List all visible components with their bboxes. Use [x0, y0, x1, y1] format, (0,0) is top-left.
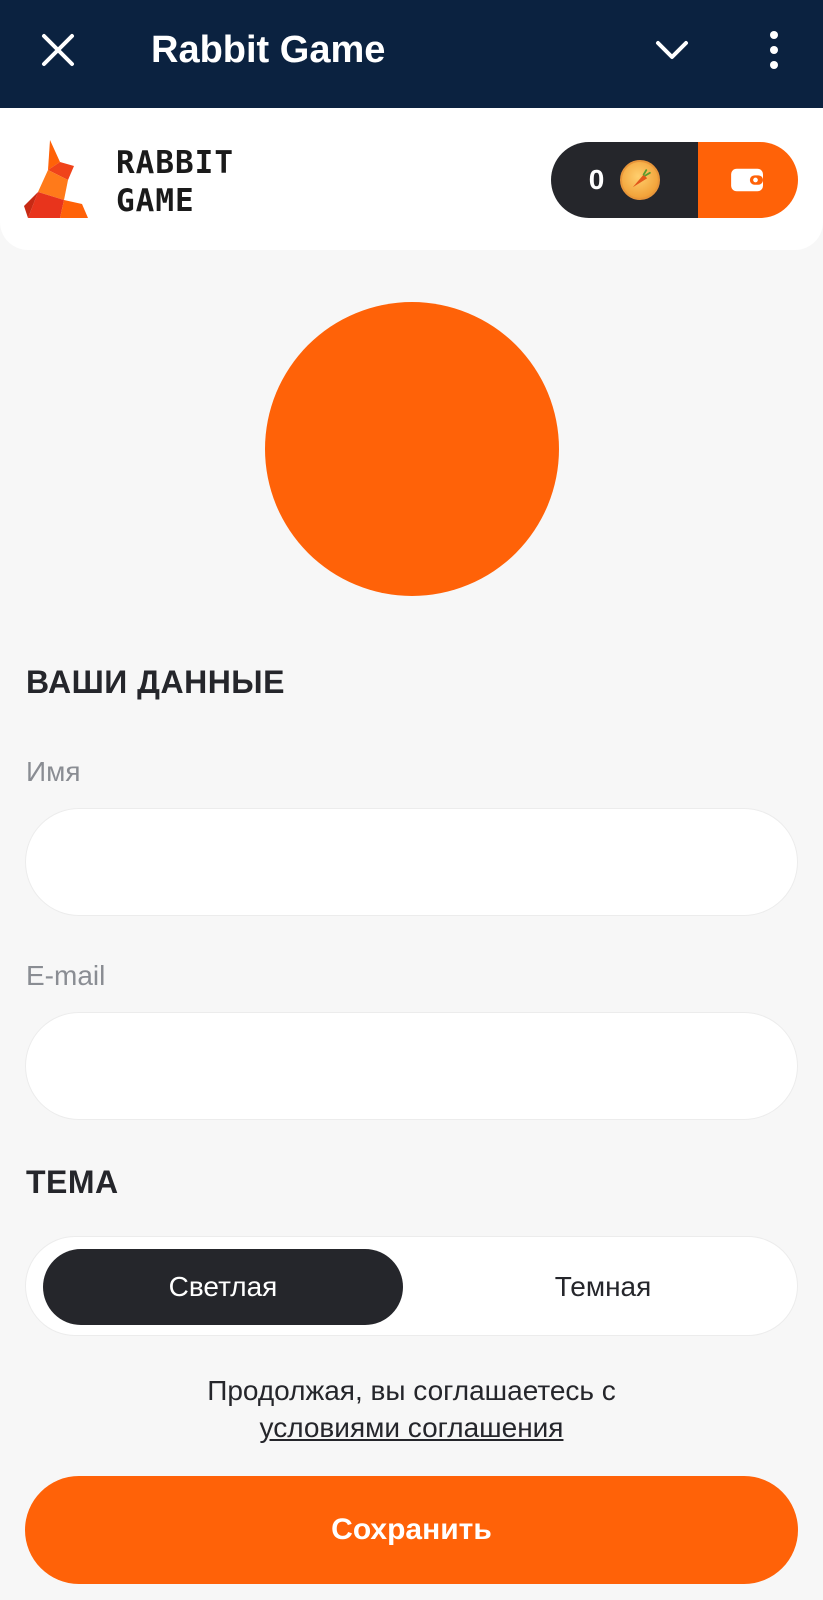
- balance-amount: 0: [588, 164, 605, 195]
- site-header: RABBIT GAME 0: [0, 108, 823, 250]
- terms-link[interactable]: условиями соглашения: [260, 1412, 564, 1443]
- terms-notice: Продолжая, вы соглашаетесь с условиями с…: [0, 1372, 823, 1446]
- theme-option-dark[interactable]: Темная: [423, 1249, 783, 1325]
- carrot-coin-icon: [620, 160, 661, 200]
- avatar[interactable]: [265, 302, 559, 596]
- wallet-icon: [731, 168, 763, 192]
- app-title: Rabbit Game: [151, 29, 386, 71]
- email-label: E-mail: [26, 960, 106, 991]
- theme-option-light[interactable]: Светлая: [43, 1249, 403, 1325]
- logo-line-1: RABBIT: [116, 145, 234, 181]
- logo-text: RABBIT GAME: [116, 144, 234, 220]
- balance-display: 0: [551, 142, 698, 218]
- rabbit-logo-icon: [24, 140, 88, 218]
- theme-toggle: Светлая Темная: [25, 1236, 798, 1336]
- name-label: Имя: [26, 756, 81, 787]
- balance-widget: 0: [551, 142, 798, 218]
- app-bar: Rabbit Game: [0, 0, 823, 108]
- save-button[interactable]: Сохранить: [25, 1476, 798, 1584]
- theme-section-title: ТЕМА: [26, 1164, 119, 1200]
- wallet-button[interactable]: [698, 142, 798, 218]
- name-field[interactable]: [25, 808, 798, 916]
- logo-line-2: GAME: [116, 183, 195, 219]
- terms-text: Продолжая, вы соглашаетесь с: [207, 1375, 616, 1406]
- close-icon[interactable]: [40, 32, 76, 68]
- profile-section-title: ВАШИ ДАННЫЕ: [26, 664, 285, 700]
- more-vertical-icon[interactable]: [762, 30, 786, 70]
- email-field[interactable]: [25, 1012, 798, 1120]
- chevron-down-icon[interactable]: [654, 36, 690, 64]
